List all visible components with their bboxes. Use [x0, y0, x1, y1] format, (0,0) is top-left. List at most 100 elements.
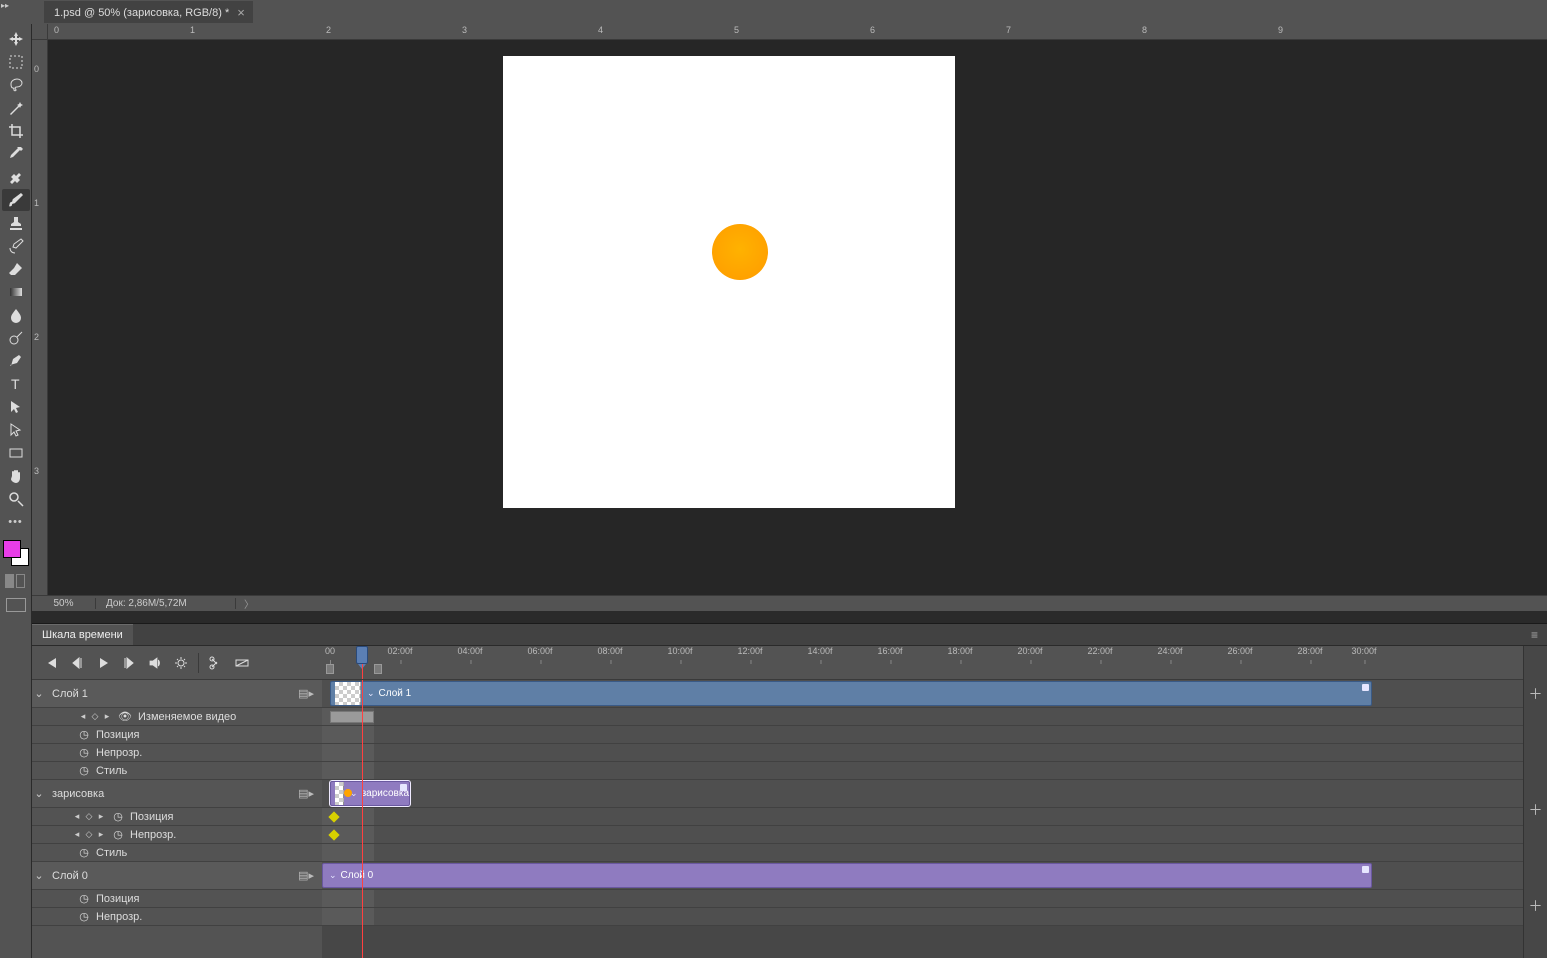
work-area-end-handle[interactable] [374, 664, 382, 674]
go-to-first-frame-button[interactable] [38, 650, 64, 676]
zoom-level-field[interactable]: 50% [32, 598, 96, 609]
direct-select-tool[interactable] [2, 419, 30, 441]
move-tool[interactable] [2, 28, 30, 50]
chevron-down-icon[interactable]: ⌄ [329, 870, 337, 881]
clip-end-handle[interactable] [1362, 684, 1369, 691]
play-button[interactable] [90, 650, 116, 676]
marquee-tool[interactable] [2, 51, 30, 73]
property-lane[interactable] [322, 844, 1523, 862]
track-options-icon[interactable]: ▤▸ [298, 787, 314, 800]
clip[interactable]: ⌄Слой 0 [322, 863, 1372, 888]
track-options-icon[interactable]: ▤▸ [298, 869, 314, 882]
timeline-panel-tab[interactable]: Шкала времени [32, 624, 133, 645]
playhead[interactable] [356, 646, 368, 664]
video-segment[interactable] [330, 711, 374, 723]
add-media-button-2[interactable]: ＋ [1524, 796, 1547, 824]
split-clip-button[interactable] [203, 650, 229, 676]
ruler-origin[interactable] [32, 24, 48, 40]
keyframe-nav[interactable]: ◂◇▸ [72, 829, 106, 840]
disclosure-icon[interactable]: ⌄ [32, 687, 46, 700]
track-header[interactable]: ⌄зарисовка▤▸ [32, 780, 322, 808]
blur-tool[interactable] [2, 304, 30, 326]
stopwatch-icon[interactable]: ◷ [78, 765, 90, 777]
property-lane[interactable] [322, 726, 1523, 744]
time-ruler-tick: 30:00f [1351, 646, 1376, 656]
document-size-info[interactable]: Док: 2,86M/5,72M [96, 598, 236, 609]
track-property-row: ◂◇▸◷Непрозр. [32, 826, 322, 844]
property-lane[interactable] [322, 744, 1523, 762]
time-ruler[interactable]: 0002:00f04:00f06:00f08:00f10:00f12:00f14… [322, 646, 1523, 680]
work-area-start-handle[interactable] [326, 664, 334, 674]
playhead-line[interactable] [362, 680, 363, 958]
hand-tool[interactable] [2, 465, 30, 487]
prev-frame-button[interactable] [64, 650, 90, 676]
track-header[interactable]: ⌄Слой 1▤▸ [32, 680, 322, 708]
type-tool[interactable]: T [2, 373, 30, 395]
transition-button[interactable] [229, 650, 255, 676]
eyedropper-tool[interactable] [2, 143, 30, 165]
canvas-viewport[interactable] [48, 40, 1547, 595]
healing-tool[interactable] [2, 166, 30, 188]
track-lane[interactable]: ⌄зарисовка [322, 780, 1523, 808]
close-icon[interactable]: × [237, 6, 245, 19]
document-tab[interactable]: 1.psd @ 50% (зарисовка, RGB/8) * × [44, 1, 253, 23]
rectangle-tool[interactable] [2, 442, 30, 464]
canvas[interactable] [503, 56, 955, 508]
clip[interactable]: ⌄Слой 1 [330, 681, 1372, 706]
timeline-track-lanes[interactable]: ⌄Слой 1 ⌄зарисовка ⌄Слой 0 [322, 680, 1523, 958]
track-options-icon[interactable]: ▤▸ [298, 687, 314, 700]
property-lane[interactable] [322, 708, 1523, 726]
disclosure-icon[interactable]: ⌄ [32, 869, 46, 882]
color-swatches[interactable] [3, 540, 29, 566]
stopwatch-icon[interactable]: ◷ [78, 747, 90, 759]
status-bar-menu-icon[interactable]: 〉 [236, 596, 262, 611]
stopwatch-icon[interactable]: ◷ [78, 893, 90, 905]
dodge-tool[interactable] [2, 327, 30, 349]
track-lane[interactable]: ⌄Слой 1 [322, 680, 1523, 708]
stopwatch-icon[interactable]: ◷ [78, 911, 90, 923]
keyframe-nav[interactable]: ◂◇▸ [78, 711, 112, 722]
path-select-tool[interactable] [2, 396, 30, 418]
clip[interactable]: ⌄зарисовка [330, 781, 410, 806]
disclosure-icon[interactable]: ⌄ [32, 787, 46, 800]
track-lane[interactable]: ⌄Слой 0 [322, 862, 1523, 890]
zoom-tool[interactable] [2, 488, 30, 510]
track-header[interactable]: ⌄Слой 0▤▸ [32, 862, 322, 890]
wand-tool[interactable] [2, 97, 30, 119]
property-lane[interactable] [322, 890, 1523, 908]
stamp-tool[interactable] [2, 212, 30, 234]
property-lane[interactable] [322, 826, 1523, 844]
visibility-icon[interactable]: 👁 [118, 710, 132, 723]
keyframe-nav[interactable]: ◂◇▸ [72, 811, 106, 822]
horizontal-ruler[interactable]: 0123456789 [48, 24, 1547, 40]
clip-end-handle[interactable] [400, 784, 407, 791]
edit-toolbar-button[interactable]: ••• [2, 511, 30, 533]
stopwatch-icon[interactable]: ◷ [78, 729, 90, 741]
pen-tool[interactable] [2, 350, 30, 372]
property-lane[interactable] [322, 808, 1523, 826]
add-media-button-3[interactable]: ＋ [1524, 892, 1547, 920]
playback-options-button[interactable] [168, 650, 194, 676]
foreground-color-swatch[interactable] [3, 540, 21, 558]
gradient-tool[interactable] [2, 281, 30, 303]
lasso-tool[interactable] [2, 74, 30, 96]
clip-end-handle[interactable] [1362, 866, 1369, 873]
property-lane[interactable] [322, 908, 1523, 926]
panel-menu-icon[interactable]: ≡ [1523, 628, 1547, 642]
chevron-down-icon[interactable]: ⌄ [367, 688, 375, 699]
quick-mask-toggle[interactable] [5, 574, 27, 590]
eraser-tool[interactable] [2, 258, 30, 280]
stopwatch-icon[interactable]: ◷ [112, 829, 124, 841]
history-brush-tool[interactable] [2, 235, 30, 257]
crop-tool[interactable] [2, 120, 30, 142]
stopwatch-icon[interactable]: ◷ [78, 847, 90, 859]
vertical-ruler[interactable]: 0123 [32, 40, 48, 595]
add-media-button-1[interactable]: ＋ [1524, 680, 1547, 708]
expand-panels-icon[interactable]: ▸▸ [0, 0, 10, 24]
property-lane[interactable] [322, 762, 1523, 780]
brush-tool[interactable] [2, 189, 30, 211]
stopwatch-icon[interactable]: ◷ [112, 811, 124, 823]
screen-mode-button[interactable] [6, 598, 26, 612]
mute-audio-button[interactable] [142, 650, 168, 676]
next-frame-button[interactable] [116, 650, 142, 676]
